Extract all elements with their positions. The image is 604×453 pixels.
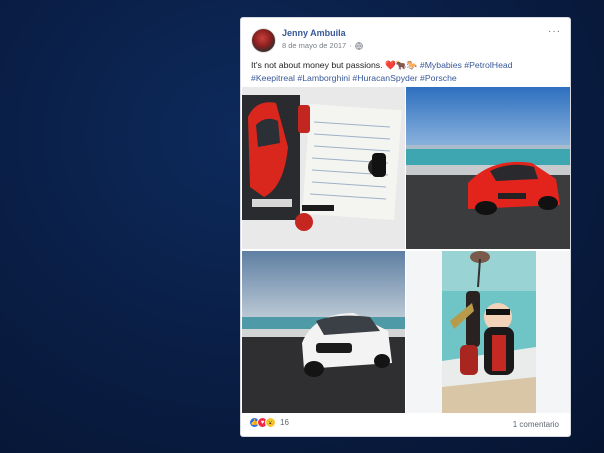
wow-reaction-icon: 😮	[265, 417, 276, 428]
photo-grid	[241, 87, 570, 413]
post-caption: It's not about money but passions.	[251, 60, 385, 70]
comments-link[interactable]: 1 comentario	[513, 420, 559, 429]
meta-separator: ·	[349, 41, 352, 50]
photo-keychain-figure-beach[interactable]	[406, 251, 570, 413]
post-text: It's not about money but passions. ❤️🐂🐎 …	[251, 59, 563, 85]
hashtags-line-2[interactable]: #Keepitreal #Lamborghini #HuracanSpyder …	[251, 73, 457, 83]
globe-icon[interactable]	[354, 41, 363, 50]
post-emoji: ❤️🐂🐎	[384, 60, 418, 70]
post-date[interactable]: 8 de mayo de 2017	[282, 41, 346, 50]
post-footer: 👍 ♥ 😮 16 1 comentario	[241, 415, 570, 436]
reactions-summary[interactable]: 👍 ♥ 😮 16	[249, 417, 289, 428]
more-options-icon[interactable]: ···	[548, 26, 561, 37]
author-name[interactable]: Jenny Ambuila	[282, 28, 346, 38]
reaction-count[interactable]: 16	[280, 418, 289, 427]
photo-red-huracan-spyder-seaside[interactable]	[406, 87, 570, 249]
facebook-post-card: Jenny Ambuila 8 de mayo de 2017 · ··· It…	[240, 17, 571, 437]
avatar[interactable]	[251, 28, 276, 53]
photo-white-porsche-cayenne-seaside[interactable]	[242, 251, 405, 413]
hashtags-line-1[interactable]: #Mybabies #PetrolHead	[420, 60, 513, 70]
photo-lamborghini-model-and-documents[interactable]	[242, 87, 405, 249]
post-meta: 8 de mayo de 2017 ·	[282, 41, 363, 50]
